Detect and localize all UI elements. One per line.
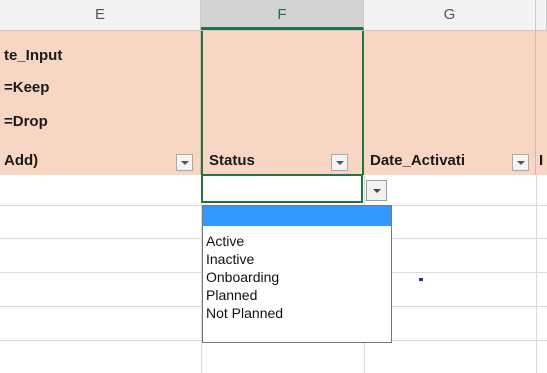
- header-e-label: Add): [4, 152, 39, 169]
- column-gridline: [536, 175, 537, 373]
- validation-dropdown-list[interactable]: Active Inactive Onboarding Planned Not P…: [202, 205, 392, 343]
- header-h-label: I: [539, 152, 544, 169]
- header-e-line-2: =Keep: [4, 79, 50, 96]
- header-e-line-1: te_Input: [4, 47, 63, 64]
- column-header-row: E F G: [0, 0, 547, 31]
- stray-mark: [419, 278, 423, 281]
- column-header-e[interactable]: E: [0, 0, 201, 30]
- filter-dropdown-e-icon[interactable]: [176, 154, 193, 171]
- column-header-h[interactable]: [536, 0, 547, 30]
- filter-dropdown-f-icon[interactable]: [331, 154, 348, 171]
- spreadsheet: E F G te_Input =Keep =Drop Add) Status D…: [0, 0, 547, 373]
- header-cell-f[interactable]: Status: [201, 31, 364, 175]
- header-e-line-3: =Drop: [4, 113, 48, 130]
- filter-dropdown-g-icon[interactable]: [512, 154, 529, 171]
- header-g-label: Date_Activati: [370, 152, 466, 169]
- dropdown-option-active[interactable]: Active: [203, 232, 391, 250]
- dropdown-option-not-planned[interactable]: Not Planned: [203, 304, 391, 322]
- header-cell-h[interactable]: I: [536, 31, 547, 175]
- column-header-f[interactable]: F: [201, 0, 364, 30]
- column-header-g[interactable]: G: [364, 0, 536, 30]
- header-cell-g[interactable]: Date_Activati: [364, 31, 536, 175]
- validation-dropdown-arrow-icon[interactable]: [366, 180, 387, 201]
- header-f-label: Status: [209, 152, 255, 169]
- dropdown-option-onboarding[interactable]: Onboarding: [203, 268, 391, 286]
- dropdown-option-blank[interactable]: [203, 206, 391, 226]
- header-cell-e[interactable]: te_Input =Keep =Drop Add): [0, 31, 201, 175]
- dropdown-option-inactive[interactable]: Inactive: [203, 250, 391, 268]
- active-cell-status[interactable]: [201, 174, 363, 203]
- dropdown-option-planned[interactable]: Planned: [203, 286, 391, 304]
